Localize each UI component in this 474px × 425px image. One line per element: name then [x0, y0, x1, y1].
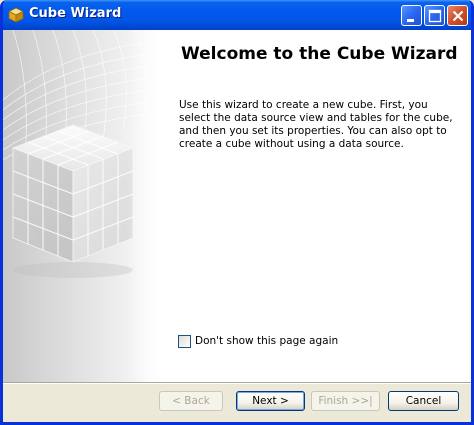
- back-button[interactable]: < Back: [159, 391, 223, 411]
- page-heading: Welcome to the Cube Wizard: [181, 44, 458, 64]
- button-separator: [3, 382, 471, 384]
- minimize-button[interactable]: [401, 5, 422, 26]
- maximize-icon: [428, 9, 442, 23]
- cancel-button[interactable]: Cancel: [388, 391, 459, 411]
- page-description: Use this wizard to create a new cube. Fi…: [179, 99, 453, 150]
- window-title: Cube Wizard: [29, 6, 122, 21]
- maximize-button[interactable]: [424, 5, 445, 26]
- cube-icon: [8, 7, 24, 23]
- wizard-window: Cube Wizard Welcome to the Cube Wizard U…: [0, 0, 474, 425]
- wizard-content: Welcome to the Cube Wizard Use this wiza…: [3, 30, 471, 382]
- cube-grid-illustration: [3, 30, 167, 382]
- close-icon: [452, 10, 464, 22]
- next-button[interactable]: Next >: [236, 391, 305, 411]
- minimize-icon: [407, 19, 414, 22]
- close-button[interactable]: [447, 5, 468, 26]
- title-bar[interactable]: Cube Wizard: [3, 0, 471, 30]
- dont-show-checkbox[interactable]: [178, 335, 191, 348]
- dont-show-label[interactable]: Don't show this page again: [195, 335, 338, 347]
- finish-button[interactable]: Finish >>|: [311, 391, 380, 411]
